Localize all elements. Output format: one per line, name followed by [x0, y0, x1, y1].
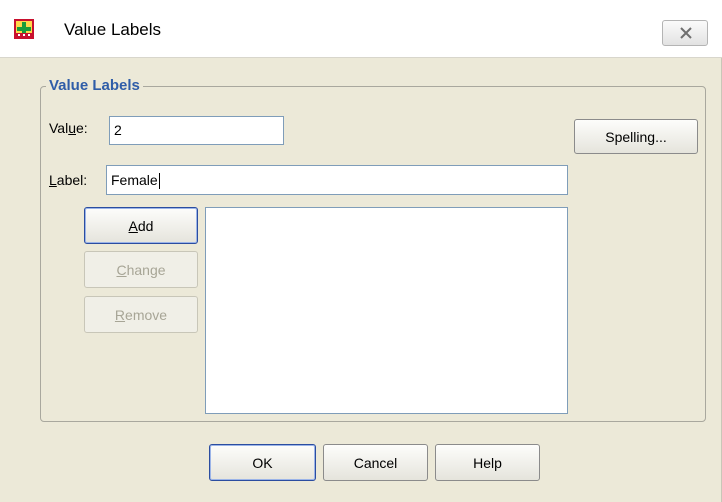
ok-button[interactable]: OK — [209, 444, 316, 481]
spelling-button[interactable]: Spelling... — [574, 119, 698, 154]
label-label: Label: — [49, 172, 88, 188]
value-input[interactable]: 2 — [109, 116, 284, 145]
value-labels-dialog: Value Labels Value Labels Value: 2 Spell… — [0, 0, 722, 502]
value-label: Value: — [49, 120, 88, 136]
title-bar[interactable]: Value Labels — [0, 0, 722, 58]
close-icon — [680, 27, 692, 39]
cancel-button[interactable]: Cancel — [323, 444, 428, 481]
label-input[interactable]: Female — [106, 165, 568, 195]
help-button[interactable]: Help — [435, 444, 540, 481]
app-icon — [14, 19, 34, 39]
change-button[interactable]: Change — [84, 251, 198, 288]
remove-button[interactable]: Remove — [84, 296, 198, 333]
text-caret — [158, 173, 160, 190]
value-labels-list[interactable] — [205, 207, 568, 414]
add-button[interactable]: Add — [84, 207, 198, 244]
group-legend: Value Labels — [46, 77, 143, 94]
close-button[interactable] — [662, 20, 708, 46]
window-title: Value Labels — [64, 20, 162, 39]
